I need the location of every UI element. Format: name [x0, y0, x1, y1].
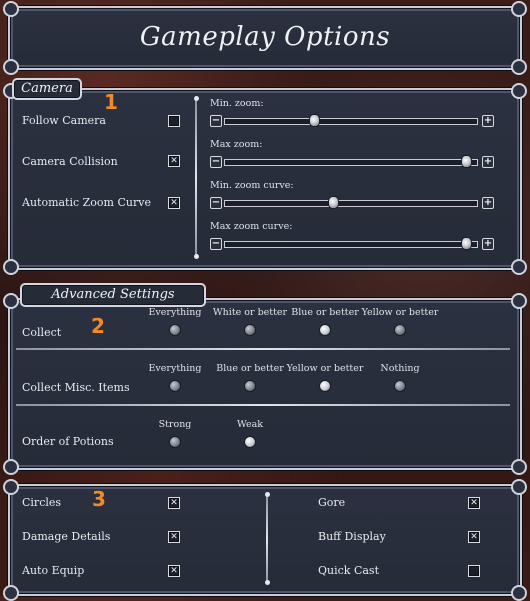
radio-option-label: Yellow or better — [361, 307, 439, 318]
slider-label: Min. zoom curve: — [210, 180, 294, 191]
damage-details-checkbox[interactable]: ✕ — [168, 531, 180, 543]
radio-option-label: Nothing — [380, 363, 420, 374]
corner-ornament — [511, 293, 527, 309]
corner-ornament — [511, 59, 527, 75]
corner-ornament — [511, 585, 527, 601]
annotation-3: 3 — [92, 487, 106, 511]
radio-option-label: Blue or better — [216, 363, 284, 374]
slider-label: Min. zoom: — [210, 98, 264, 109]
radio-button[interactable] — [319, 324, 331, 336]
slider-increase-button[interactable]: + — [482, 238, 494, 250]
corner-ornament — [511, 459, 527, 475]
radio-option-label: Everything — [148, 307, 202, 318]
auto-equip-checkbox[interactable]: ✕ — [168, 565, 180, 577]
camera-collision-checkbox[interactable]: ✕ — [168, 155, 180, 167]
slider-increase-button[interactable]: + — [482, 197, 494, 209]
radio-button[interactable] — [244, 324, 256, 336]
auto-equip-label: Auto Equip — [22, 564, 85, 577]
slider-thumb[interactable] — [461, 237, 473, 250]
radio-option-label: Everything — [148, 363, 202, 374]
slider-thumb[interactable] — [328, 196, 340, 209]
camera-collision-label: Camera Collision — [22, 155, 118, 168]
divider-knob — [193, 96, 199, 101]
collect-label: Collect — [22, 326, 62, 339]
circles-checkbox[interactable]: ✕ — [168, 497, 180, 509]
radio-option-label: Yellow or better — [286, 363, 364, 374]
radio-option-label: Strong — [158, 419, 192, 430]
radio-option-label: White or better — [212, 307, 288, 318]
slider-label: Max zoom: — [210, 139, 263, 150]
advanced-panel: Collect Everything White or better Blue or… — [3, 293, 527, 475]
radio-button[interactable] — [169, 324, 181, 336]
slider-label: Max zoom curve: — [210, 221, 293, 232]
slider-decrease-button[interactable]: − — [210, 197, 222, 209]
radio-button[interactable] — [169, 436, 181, 448]
corner-ornament — [3, 293, 19, 309]
corner-ornament — [3, 479, 19, 495]
divider — [16, 348, 510, 350]
buff-display-label: Buff Display — [318, 530, 386, 543]
divider-knob — [264, 580, 270, 585]
gore-label: Gore — [318, 496, 346, 509]
radio-option-label: Blue or better — [291, 307, 359, 318]
slider-thumb[interactable] — [308, 114, 320, 127]
advanced-settings-tab: Advanced Settings — [20, 283, 206, 307]
camera-tab: Camera — [12, 78, 82, 100]
corner-ornament — [3, 1, 19, 17]
divider-knob — [264, 492, 270, 497]
slider-track[interactable] — [224, 159, 478, 166]
radio-button[interactable] — [244, 436, 256, 448]
damage-details-label: Damage Details — [22, 530, 111, 543]
buff-display-checkbox[interactable]: ✕ — [468, 531, 480, 543]
radio-option-label: Weak — [236, 419, 264, 430]
slider-decrease-button[interactable]: − — [210, 115, 222, 127]
annotation-1: 1 — [104, 90, 118, 114]
title-panel: Gameplay Options — [3, 1, 527, 75]
slider-increase-button[interactable]: + — [482, 156, 494, 168]
automatic-zoom-curve-checkbox[interactable]: ✕ — [168, 197, 180, 209]
page-title: Gameplay Options — [139, 22, 391, 52]
gore-checkbox[interactable]: ✕ — [468, 497, 480, 509]
quick-cast-checkbox[interactable] — [468, 565, 480, 577]
corner-ornament — [3, 585, 19, 601]
automatic-zoom-curve-label: Automatic Zoom Curve — [22, 196, 151, 209]
slider-thumb[interactable] — [461, 155, 473, 168]
order-of-potions-label: Order of Potions — [22, 435, 114, 448]
corner-ornament — [3, 59, 19, 75]
corner-ornament — [511, 259, 527, 275]
radio-button[interactable] — [244, 380, 256, 392]
follow-camera-checkbox[interactable] — [168, 115, 180, 127]
radio-button[interactable] — [394, 324, 406, 336]
slider-track[interactable] — [224, 200, 478, 207]
collect-misc-label: Collect Misc. Items — [22, 381, 130, 394]
annotation-2: 2 — [91, 314, 105, 338]
circles-label: Circles — [22, 496, 62, 509]
divider-knob — [193, 254, 199, 259]
divider — [266, 494, 268, 584]
divider — [16, 404, 510, 406]
camera-panel: Follow Camera Camera Collision ✕ Automat… — [3, 83, 527, 275]
radio-button[interactable] — [394, 380, 406, 392]
radio-button[interactable] — [319, 380, 331, 392]
divider — [195, 98, 197, 258]
display-panel: Circles ✕ Damage Details ✕ Auto Equip ✕ … — [3, 479, 527, 601]
follow-camera-label: Follow Camera — [22, 114, 106, 127]
slider-track[interactable] — [224, 118, 478, 125]
corner-ornament — [511, 83, 527, 99]
corner-ornament — [3, 459, 19, 475]
radio-button[interactable] — [169, 380, 181, 392]
slider-increase-button[interactable]: + — [482, 115, 494, 127]
corner-ornament — [511, 479, 527, 495]
slider-decrease-button[interactable]: − — [210, 238, 222, 250]
quick-cast-label: Quick Cast — [318, 564, 379, 577]
corner-ornament — [511, 1, 527, 17]
corner-ornament — [3, 259, 19, 275]
slider-decrease-button[interactable]: − — [210, 156, 222, 168]
slider-track[interactable] — [224, 241, 478, 248]
